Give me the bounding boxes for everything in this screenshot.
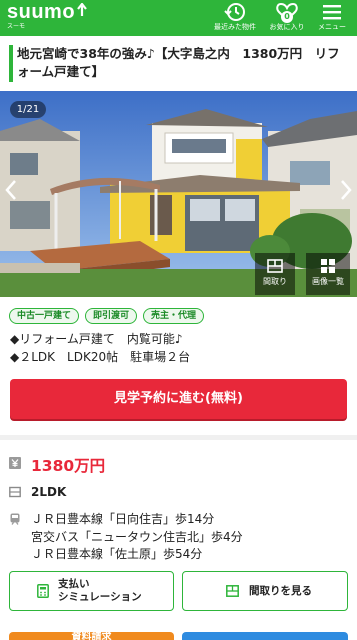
- floorplan-icon: [9, 486, 21, 498]
- suumo-logo[interactable]: suumo スーモ: [7, 2, 87, 34]
- yen-icon: [9, 457, 21, 469]
- visit-reservation-button[interactable]: 見学予約に進む(無料): [10, 379, 347, 419]
- tag-seller-agent: 売主・代理: [143, 308, 205, 324]
- floorplan-icon: [226, 585, 239, 597]
- photo-floorplan-label: 間取り: [263, 277, 287, 286]
- access-line: ＪＲ日豊本線「日向住吉」歩14分: [31, 512, 215, 526]
- tag-immediate-delivery: 即引渡可: [85, 308, 138, 324]
- menu-button[interactable]: メニュー: [313, 2, 351, 34]
- history-clock-icon: [224, 3, 245, 21]
- calculator-icon: [37, 584, 49, 598]
- payment-simulation-label-line2: シミュレーション: [58, 591, 142, 603]
- bottom-secondary-button[interactable]: [182, 632, 348, 640]
- photo-next-arrow-icon[interactable]: [339, 179, 353, 201]
- menu-label: メニュー: [318, 23, 346, 31]
- brand-name: suumo: [7, 1, 76, 23]
- layout-value: 2LDK: [31, 485, 67, 499]
- floorplan-icon: [267, 259, 283, 273]
- property-photo[interactable]: 1/21: [0, 91, 357, 297]
- photo-floorplan-button[interactable]: 間取り: [255, 253, 295, 295]
- app-header: suumo スーモ 最近みた物件 0 お気に入り メニュー: [0, 0, 357, 36]
- feature-line: ◆リフォーム戸建て 内覧可能♪: [10, 332, 183, 346]
- access-line: 宮交バス「ニュータウン住吉北」歩4分: [31, 530, 243, 544]
- feature-line: ◆２LDK LDK20帖 駐車場２台: [10, 350, 191, 364]
- recent-viewed-label: 最近みた物件: [214, 23, 256, 31]
- hamburger-menu-icon: [323, 5, 341, 20]
- recent-viewed-button[interactable]: 最近みた物件: [212, 2, 258, 34]
- photo-gallery-button[interactable]: 画像一覧: [306, 253, 350, 295]
- view-floorplan-label: 間取りを見る: [249, 584, 312, 597]
- brand-subtitle: スーモ: [7, 23, 26, 30]
- logo-arrow-icon: [77, 3, 87, 16]
- favorites-button[interactable]: 0 お気に入り: [266, 2, 308, 34]
- price: 1380万円: [31, 457, 106, 475]
- payment-simulation-label-line1: 支払い: [58, 578, 90, 590]
- train-icon: [10, 513, 20, 525]
- grid-icon: [321, 259, 335, 273]
- listing-title-section: 地元宮崎で38年の強み♪【大字島之内 1380万円 リフォーム戸建て】: [0, 36, 357, 91]
- favorites-count-badge: 0: [281, 11, 293, 23]
- request-documents-button[interactable]: 資料請求: [9, 632, 174, 640]
- photo-counter: 1/21: [10, 101, 46, 118]
- photo-prev-arrow-icon[interactable]: [4, 179, 18, 201]
- favorites-label: お気に入り: [269, 23, 305, 31]
- payment-simulation-button[interactable]: 支払い シミュレーション: [9, 571, 174, 611]
- tag-used-house: 中古一戸建て: [9, 308, 80, 324]
- photo-gallery-label: 画像一覧: [312, 277, 344, 286]
- tag-list: 中古一戸建て 即引渡可 売主・代理: [9, 308, 205, 324]
- payment-simulation-label: 支払い シミュレーション: [58, 578, 142, 604]
- listing-title: 地元宮崎で38年の強み♪【大字島之内 1380万円 リフォーム戸建て】: [17, 46, 340, 79]
- title-accent-bar: [9, 45, 13, 82]
- view-floorplan-button[interactable]: 間取りを見る: [182, 571, 348, 611]
- access-line: ＪＲ日豊本線「佐土原」歩54分: [31, 547, 203, 561]
- house-photo-illustration: [0, 91, 357, 297]
